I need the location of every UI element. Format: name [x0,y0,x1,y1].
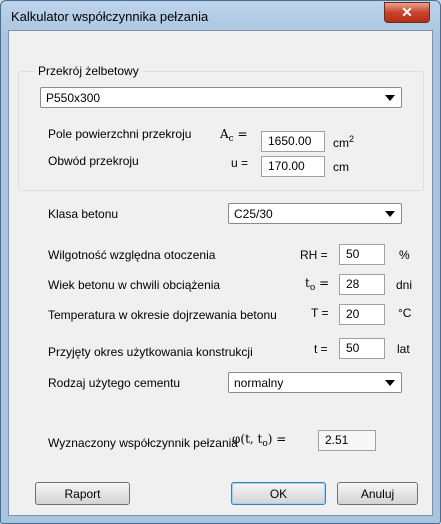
result-field: 2.51 [318,430,376,451]
humidity-unit: % [399,248,410,262]
perimeter-unit: cm [333,160,349,174]
close-button[interactable]: ✕ [384,2,430,23]
humidity-label: Wilgotność względna otoczenia [48,248,216,262]
area-unit: cm2 [333,134,355,150]
cement-label: Rodzaj użytego cementu [48,376,181,390]
perimeter-field[interactable]: 170.00 [261,156,325,177]
cement-value: normalny [234,376,284,390]
age-field[interactable]: 28 [339,274,385,295]
perimeter-label: Obwód przekroju [48,154,139,168]
title-bar[interactable]: Kalkulator współczynnika pełzania ✕ [1,1,440,31]
cement-select[interactable]: normalny [228,372,402,393]
concrete-class-value: C25/30 [234,207,273,221]
age-unit: dni [396,278,413,292]
result-symbol: φ(t, to) = [232,432,287,449]
window-title: Kalkulator współczynnika pełzania [11,9,209,24]
service-life-label: Przyjęty okres użytkowania konstrukcji [48,345,253,359]
temperature-symbol: T = [311,306,329,320]
area-field[interactable]: 1650.00 [261,131,325,152]
age-symbol: to = [305,276,330,293]
service-life-field[interactable]: 50 [339,338,385,359]
ok-button[interactable]: OK [231,482,326,505]
close-icon: ✕ [401,4,413,20]
humidity-field[interactable]: 50 [339,244,385,265]
temperature-label: Temperatura w okresie dojrzewania betonu [48,308,277,322]
cancel-button[interactable]: Anuluj [337,482,418,505]
concrete-class-label: Klasa betonu [48,207,119,221]
service-life-unit: lat [397,342,410,356]
concrete-class-select[interactable]: C25/30 [228,203,402,224]
service-life-symbol: t = [314,342,328,356]
section-group-label: Przekrój żelbetowy [34,64,143,78]
area-symbol: Ac = [220,127,248,144]
chevron-down-icon [385,211,395,217]
result-label: Wyznaczony współczynnik pełzania [48,436,238,450]
area-label: Pole powierzchni przekroju [48,127,192,141]
section-select[interactable]: P550x300 [40,87,402,108]
humidity-symbol: RH = [300,248,328,262]
perimeter-symbol: u = [231,156,249,170]
temperature-unit: °C [398,306,412,320]
age-label: Wiek betonu w chwili obciążenia [48,278,221,292]
chevron-down-icon [385,95,395,101]
chevron-down-icon [385,380,395,386]
temperature-field[interactable]: 20 [339,304,385,325]
section-select-value: P550x300 [46,91,101,105]
report-button[interactable]: Raport [35,482,130,505]
